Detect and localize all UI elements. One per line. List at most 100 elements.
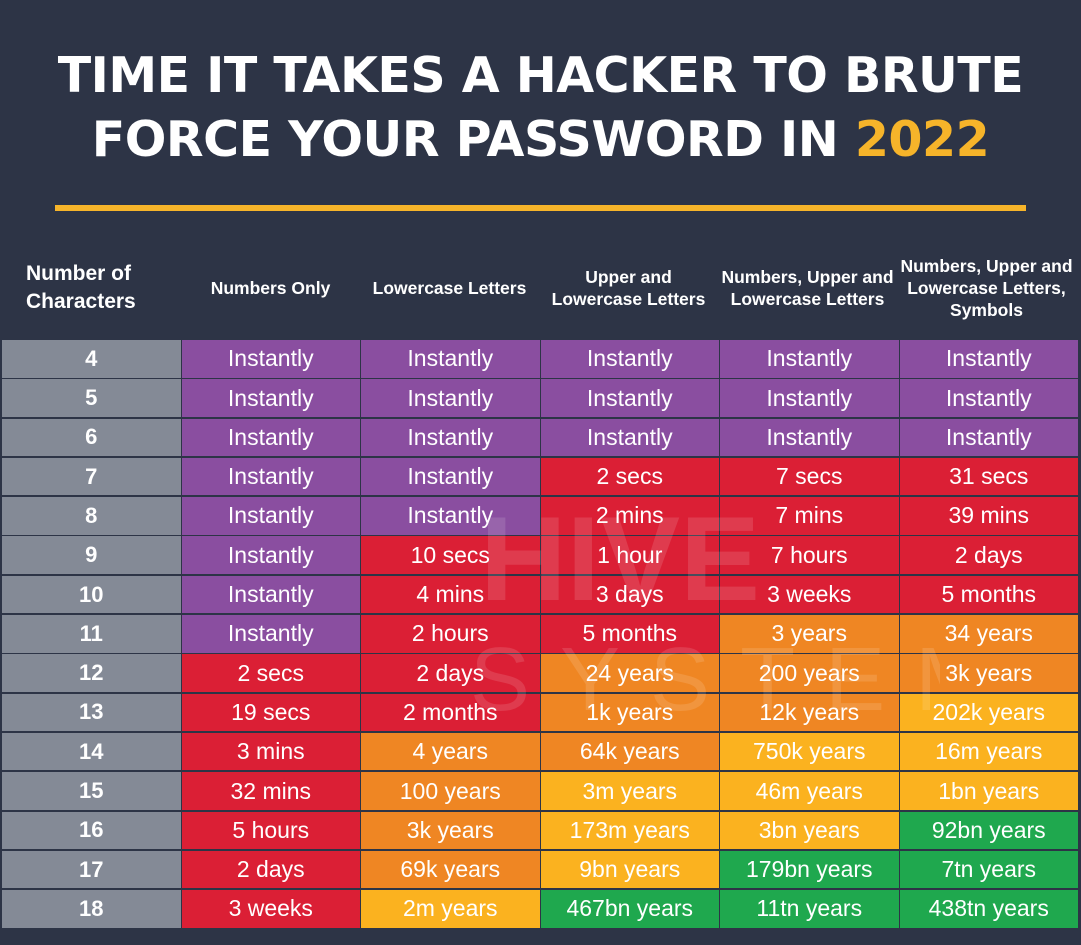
cell-numbers-upper-lower: 7 mins — [720, 497, 899, 535]
cell-lowercase: 69k years — [361, 850, 540, 889]
cell-numbers-upper-lower: 7 secs — [720, 457, 899, 496]
column-header-row: Number of Characters Numbers Only Lowerc… — [2, 238, 1079, 338]
row-header-chars: 18 — [2, 890, 181, 928]
table-row: 15 32 mins 100 years 3m years 46m years 1bn y… — [2, 772, 1079, 811]
column-header-numbers-upper-lower: Numbers, Upper and Lowercase Letters — [721, 267, 894, 309]
cell-lowercase: Instantly — [361, 340, 540, 378]
cell-upper-lower: 467bn years — [540, 890, 719, 928]
column-header-numbers-only: Numbers Only — [210, 278, 331, 298]
cell-upper-lower: Instantly — [540, 418, 719, 457]
cell-upper-lower: 24 years — [540, 654, 719, 692]
cell-lowercase: 2 hours — [361, 615, 540, 653]
table-row: 6 Instantly Instantly Instantly Instantly Ins… — [2, 418, 1079, 458]
cell-all-symbols: 34 years — [899, 615, 1078, 653]
cell-numbers-upper-lower: 11tn years — [720, 890, 899, 928]
cell-numbers-only: 32 mins — [181, 772, 360, 810]
cell-numbers-only: 3 mins — [181, 732, 360, 771]
cell-numbers-upper-lower: 750k years — [720, 732, 899, 771]
table-row: 5 Instantly Instantly Instantly Instantly Ins… — [2, 379, 1079, 418]
column-header-chars: Number of Characters — [26, 262, 136, 313]
cell-numbers-only: 5 hours — [181, 811, 360, 850]
title-underline — [55, 205, 1026, 211]
cell-all-symbols: Instantly — [899, 340, 1078, 378]
cell-all-symbols: 39 mins — [899, 497, 1078, 535]
cell-all-symbols: 438tn years — [899, 890, 1078, 928]
cell-upper-lower: 1 hour — [540, 536, 719, 574]
column-header-all-symbols: Numbers, Upper and Lowercase Letters, Sy… — [900, 256, 1073, 320]
cell-all-symbols: 7tn years — [899, 850, 1078, 889]
table-row: 14 3 mins 4 years 64k years 750k years 16m ye… — [2, 732, 1079, 772]
table-row: 17 2 days 69k years 9bn years 179bn years 7tn… — [2, 850, 1079, 890]
cell-lowercase: 2 months — [361, 693, 540, 732]
row-header-chars: 8 — [2, 497, 181, 535]
cell-numbers-upper-lower: 179bn years — [720, 850, 899, 889]
table-row: 8 Instantly Instantly 2 mins 7 mins 39 mins — [2, 497, 1079, 536]
brute-force-table: Number of Characters Numbers Only Lowerc… — [2, 238, 1079, 929]
cell-numbers-upper-lower: 3 years — [720, 615, 899, 653]
title-year: 2022 — [854, 111, 990, 168]
cell-numbers-upper-lower: Instantly — [720, 418, 899, 457]
cell-numbers-only: Instantly — [181, 615, 360, 653]
cell-numbers-only: Instantly — [181, 340, 360, 378]
cell-upper-lower: 64k years — [540, 732, 719, 771]
cell-numbers-upper-lower: Instantly — [720, 340, 899, 378]
row-header-chars: 9 — [2, 536, 181, 574]
cell-upper-lower: 3 days — [540, 575, 719, 614]
title-line-1: TIME IT TAKES A HACKER TO BRUTE — [57, 47, 1024, 104]
cell-all-symbols: Instantly — [899, 379, 1078, 417]
cell-upper-lower: 5 months — [540, 615, 719, 653]
title-line-2: FORCE YOUR PASSWORD IN 2022 — [0, 108, 1081, 172]
row-header-chars: 6 — [2, 418, 181, 457]
row-header-chars: 17 — [2, 850, 181, 889]
cell-lowercase: Instantly — [361, 418, 540, 457]
column-header-upper-lower: Upper and Lowercase Letters — [551, 267, 706, 309]
cell-numbers-only: Instantly — [181, 418, 360, 457]
cell-numbers-upper-lower: 200 years — [720, 654, 899, 692]
cell-numbers-only: Instantly — [181, 497, 360, 535]
cell-lowercase: 10 secs — [361, 536, 540, 574]
cell-all-symbols: 1bn years — [899, 772, 1078, 810]
cell-lowercase: 3k years — [361, 811, 540, 850]
table-row: 16 5 hours 3k years 173m years 3bn years 92bn… — [2, 811, 1079, 851]
cell-upper-lower: Instantly — [540, 340, 719, 378]
cell-all-symbols: 92bn years — [899, 811, 1078, 850]
cell-all-symbols: 3k years — [899, 654, 1078, 692]
row-header-chars: 5 — [2, 379, 181, 417]
cell-all-symbols: 202k years — [899, 693, 1078, 732]
cell-lowercase: 2m years — [361, 890, 540, 928]
row-header-chars: 11 — [2, 615, 181, 653]
cell-upper-lower: 3m years — [540, 772, 719, 810]
table-row: 11 Instantly 2 hours 5 months 3 years 34 year… — [2, 615, 1079, 654]
cell-upper-lower: 1k years — [540, 693, 719, 732]
row-header-chars: 4 — [2, 340, 181, 378]
table-row: 18 3 weeks 2m years 467bn years 11tn years 43… — [2, 890, 1079, 929]
table-body: 4 Instantly Instantly Instantly Instantly Ins… — [2, 340, 1079, 929]
table-row: 13 19 secs 2 months 1k years 12k years 202k y… — [2, 693, 1079, 733]
cell-numbers-only: 2 secs — [181, 654, 360, 692]
row-header-chars: 16 — [2, 811, 181, 850]
cell-all-symbols: 31 secs — [899, 457, 1078, 496]
cell-numbers-upper-lower: Instantly — [720, 379, 899, 417]
cell-upper-lower: 173m years — [540, 811, 719, 850]
cell-lowercase: 4 years — [361, 732, 540, 771]
cell-lowercase: Instantly — [361, 379, 540, 417]
row-header-chars: 10 — [2, 575, 181, 614]
cell-numbers-upper-lower: 46m years — [720, 772, 899, 810]
cell-all-symbols: Instantly — [899, 418, 1078, 457]
table-row: 4 Instantly Instantly Instantly Instantly Ins… — [2, 340, 1079, 379]
cell-upper-lower: 9bn years — [540, 850, 719, 889]
cell-numbers-upper-lower: 12k years — [720, 693, 899, 732]
table-row: 7 Instantly Instantly 2 secs 7 secs 31 secs — [2, 457, 1079, 497]
cell-all-symbols: 5 months — [899, 575, 1078, 614]
cell-lowercase: Instantly — [361, 457, 540, 496]
cell-lowercase: 100 years — [361, 772, 540, 810]
row-header-chars: 13 — [2, 693, 181, 732]
row-header-chars: 7 — [2, 457, 181, 496]
cell-numbers-only: 19 secs — [181, 693, 360, 732]
cell-numbers-only: Instantly — [181, 536, 360, 574]
table-row: 10 Instantly 4 mins 3 days 3 weeks 5 months — [2, 575, 1079, 615]
chart-title: TIME IT TAKES A HACKER TO BRUTE FORCE YO… — [0, 44, 1081, 172]
cell-numbers-upper-lower: 3 weeks — [720, 575, 899, 614]
cell-numbers-upper-lower: 7 hours — [720, 536, 899, 574]
cell-lowercase: 4 mins — [361, 575, 540, 614]
